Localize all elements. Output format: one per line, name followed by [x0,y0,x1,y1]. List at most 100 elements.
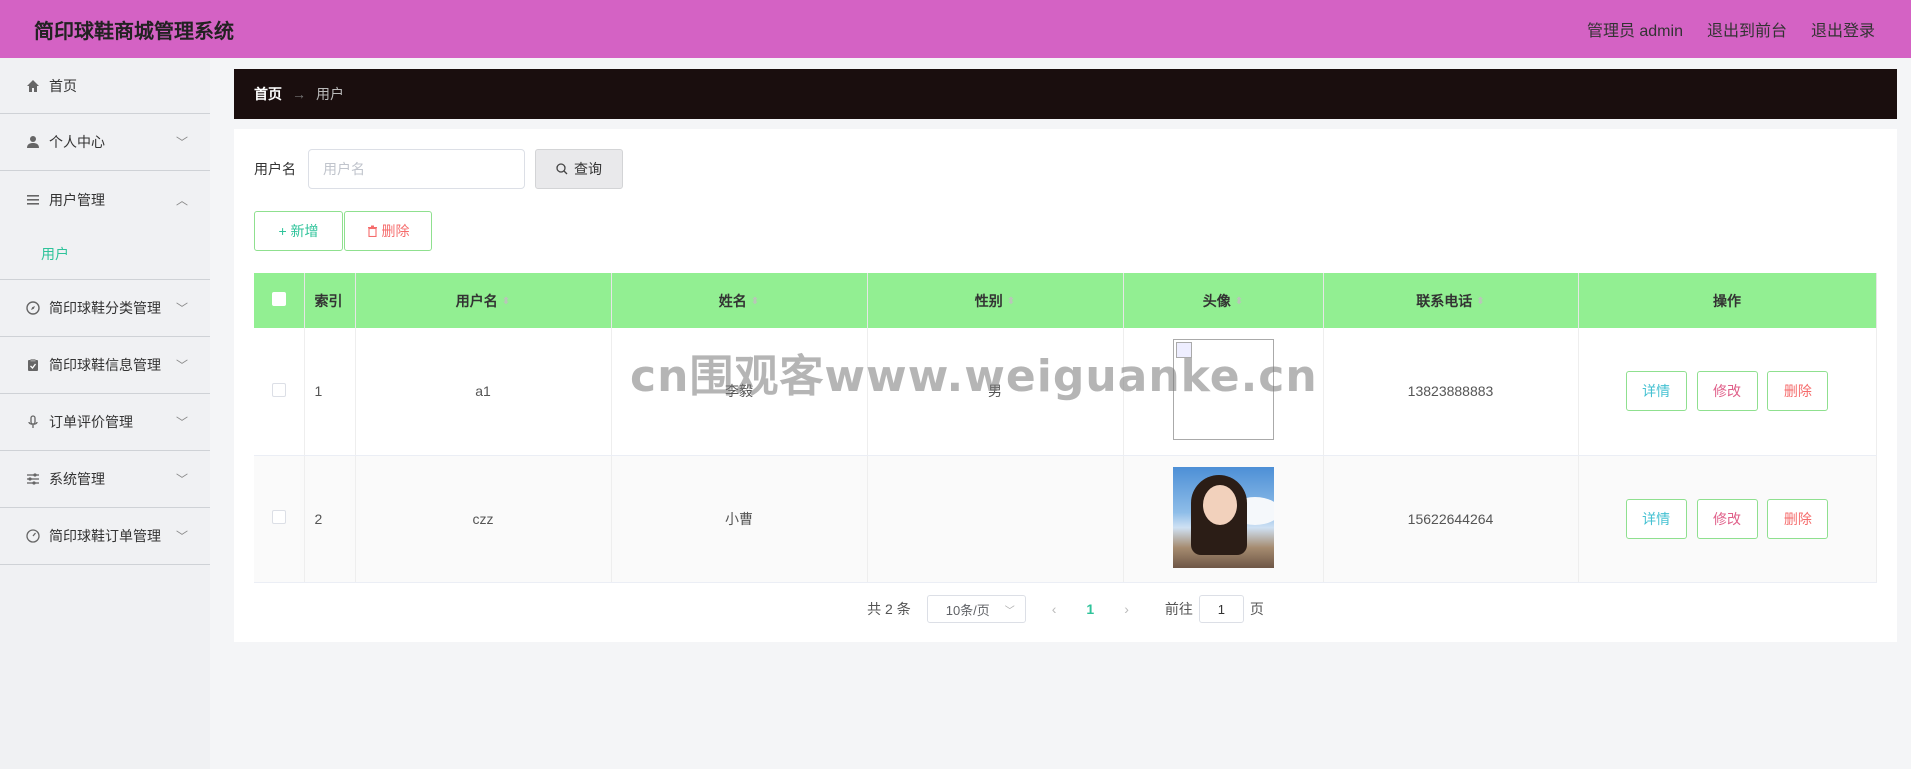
table-row: 1 a1 李毅 男 13823888883 详情 修改 删除 [254,328,1877,456]
sort-icon[interactable]: ⬍ [502,296,510,307]
table-row: 2 czz 小曹 15622644264 详情 修改 删除 [254,455,1877,583]
cell-avatar [1123,328,1324,456]
admin-label[interactable]: 管理员 admin [1587,17,1683,41]
chevron-down-icon: ﹀ [1004,605,1015,617]
top-header: 简印球鞋商城管理系统 管理员 admin 退出到前台 退出登录 [0,0,1911,58]
search-row: 用户名 查询 [254,149,623,189]
chevron-up-icon: ︿ [175,193,188,207]
column-header-label: 联系电话 [1416,292,1473,309]
select-all-cell[interactable] [254,273,305,328]
user-table: 索引 用户名 ⬍ 姓名 ⬍ 性别 ⬍ 头像 ⬍ 联系电话 ⬍ 操作 1 a1 李毅 男 [254,273,1877,583]
main-panel: 用户名 查询 + 新增 删除 索引 [234,129,1897,642]
cell-username: czz [355,455,612,583]
cell-index: 1 [304,328,356,456]
sort-icon[interactable]: ⬍ [1007,296,1015,307]
home-icon [25,78,41,94]
cell-name: 李毅 [611,328,868,456]
sidebar-item-label: 简印球鞋订单管理 [49,528,161,544]
compass-icon [25,300,41,316]
column-header-name[interactable]: 姓名 ⬍ [611,273,868,328]
sidebar-item-user-management[interactable]: 用户管理 ︿ [0,171,210,228]
list-icon [25,192,41,208]
chevron-down-icon: ﹀ [175,472,188,487]
page-number-current[interactable]: 1 [1086,601,1094,617]
search-button-label: 查询 [574,161,602,177]
pagination-total: 共 2 条 [867,601,911,617]
table-header-row: 索引 用户名 ⬍ 姓名 ⬍ 性别 ⬍ 头像 ⬍ 联系电话 ⬍ 操作 [254,273,1877,328]
cell-username: a1 [355,328,612,456]
column-header-label: 头像 [1202,292,1231,309]
add-button[interactable]: + 新增 [254,211,343,251]
broken-image-icon [1172,339,1274,441]
row-checkbox[interactable] [271,382,286,397]
user-icon [25,134,41,150]
sort-icon[interactable]: ⬍ [1235,296,1243,307]
goto-page-input[interactable] [1198,595,1244,623]
pagination: 共 2 条 10条/页 ﹀ ‹ 1 › 前往 页 [234,595,1897,623]
page-size-select[interactable]: 10条/页 ﹀ [926,595,1026,623]
breadcrumb-separator: → [292,86,306,102]
cell-operations: 详情 修改 删除 [1578,455,1877,583]
header-links: 管理员 admin 退出到前台 退出登录 [1587,17,1875,41]
detail-button[interactable]: 详情 [1625,498,1687,539]
column-header-avatar[interactable]: 头像 ⬍ [1123,273,1324,328]
select-all-checkbox[interactable] [271,292,286,306]
delete-button[interactable]: 删除 [1767,498,1829,539]
next-page-icon[interactable]: › [1124,601,1129,617]
sort-icon[interactable]: ⬍ [1476,296,1484,307]
breadcrumb-home[interactable]: 首页 [254,84,282,104]
sidebar-item-label: 简印球鞋分类管理 [49,300,161,316]
sidebar-item-label: 个人中心 [49,134,105,150]
sidebar-item-order-management[interactable]: 简印球鞋订单管理 ﹀ [0,508,210,565]
row-select-cell[interactable] [254,455,305,583]
column-header-label: 性别 [974,292,1003,309]
delete-button[interactable]: 删除 [1767,371,1829,412]
microphone-icon [25,414,41,430]
username-search-input[interactable] [308,149,525,189]
sidebar-item-label: 简印球鞋信息管理 [49,357,161,373]
row-checkbox[interactable] [271,510,286,524]
chevron-down-icon: ﹀ [175,358,188,373]
delete-button-label: 删除 [381,223,410,239]
sort-icon[interactable]: ⬍ [751,296,759,307]
row-select-cell[interactable] [254,328,305,456]
sidebar-item-category-management[interactable]: 简印球鞋分类管理 ﹀ [0,280,210,337]
app-title: 简印球鞋商城管理系统 [34,20,234,43]
column-header-operations: 操作 [1578,273,1877,328]
goto-label: 前往 [1164,601,1193,617]
search-button[interactable]: 查询 [535,149,623,189]
breadcrumb: 首页 → 用户 [234,69,1897,119]
sidebar-item-label: 首页 [49,77,77,94]
batch-delete-button[interactable]: 删除 [344,211,432,251]
search-label: 用户名 [254,161,296,177]
page-size-value: 10条/页 [945,602,990,618]
prev-page-icon[interactable]: ‹ [1052,601,1057,617]
goto-page: 前往 页 [1165,595,1264,623]
edit-button[interactable]: 修改 [1696,498,1758,539]
cell-operations: 详情 修改 删除 [1578,328,1877,456]
detail-button[interactable]: 详情 [1625,371,1687,412]
sidebar-subitem-user[interactable]: 用户 [0,228,210,280]
sidebar-item-home[interactable]: 首页 [0,58,210,114]
chevron-down-icon: ﹀ [175,301,188,316]
breadcrumb-current: 用户 [316,86,344,102]
sidebar-item-personal-center[interactable]: 个人中心 ﹀ [0,114,210,171]
search-icon [556,163,568,175]
action-row: + 新增 删除 [254,211,432,251]
sidebar-item-review-management[interactable]: 订单评价管理 ﹀ [0,394,210,451]
cell-phone: 13823888883 [1323,328,1579,456]
sidebar-item-system-management[interactable]: 系统管理 ﹀ [0,451,210,508]
sidebar-item-info-management[interactable]: 简印球鞋信息管理 ﹀ [0,337,210,394]
logout-link[interactable]: 退出登录 [1811,17,1875,41]
column-header-username[interactable]: 用户名 ⬍ [355,273,612,328]
column-header-gender[interactable]: 性别 ⬍ [867,273,1124,328]
cell-gender: 男 [867,328,1124,456]
sidebar: 首页 个人中心 ﹀ 用户管理 ︿ 用户 简印球鞋分类管理 ﹀ 简印球鞋信息管理 … [0,58,210,769]
avatar-photo [1172,466,1274,568]
column-header-index: 索引 [304,273,356,328]
edit-button[interactable]: 修改 [1696,371,1758,412]
cell-avatar [1123,455,1324,583]
exit-to-front-link[interactable]: 退出到前台 [1707,17,1787,41]
goto-suffix: 页 [1249,601,1264,617]
column-header-phone[interactable]: 联系电话 ⬍ [1323,273,1579,328]
